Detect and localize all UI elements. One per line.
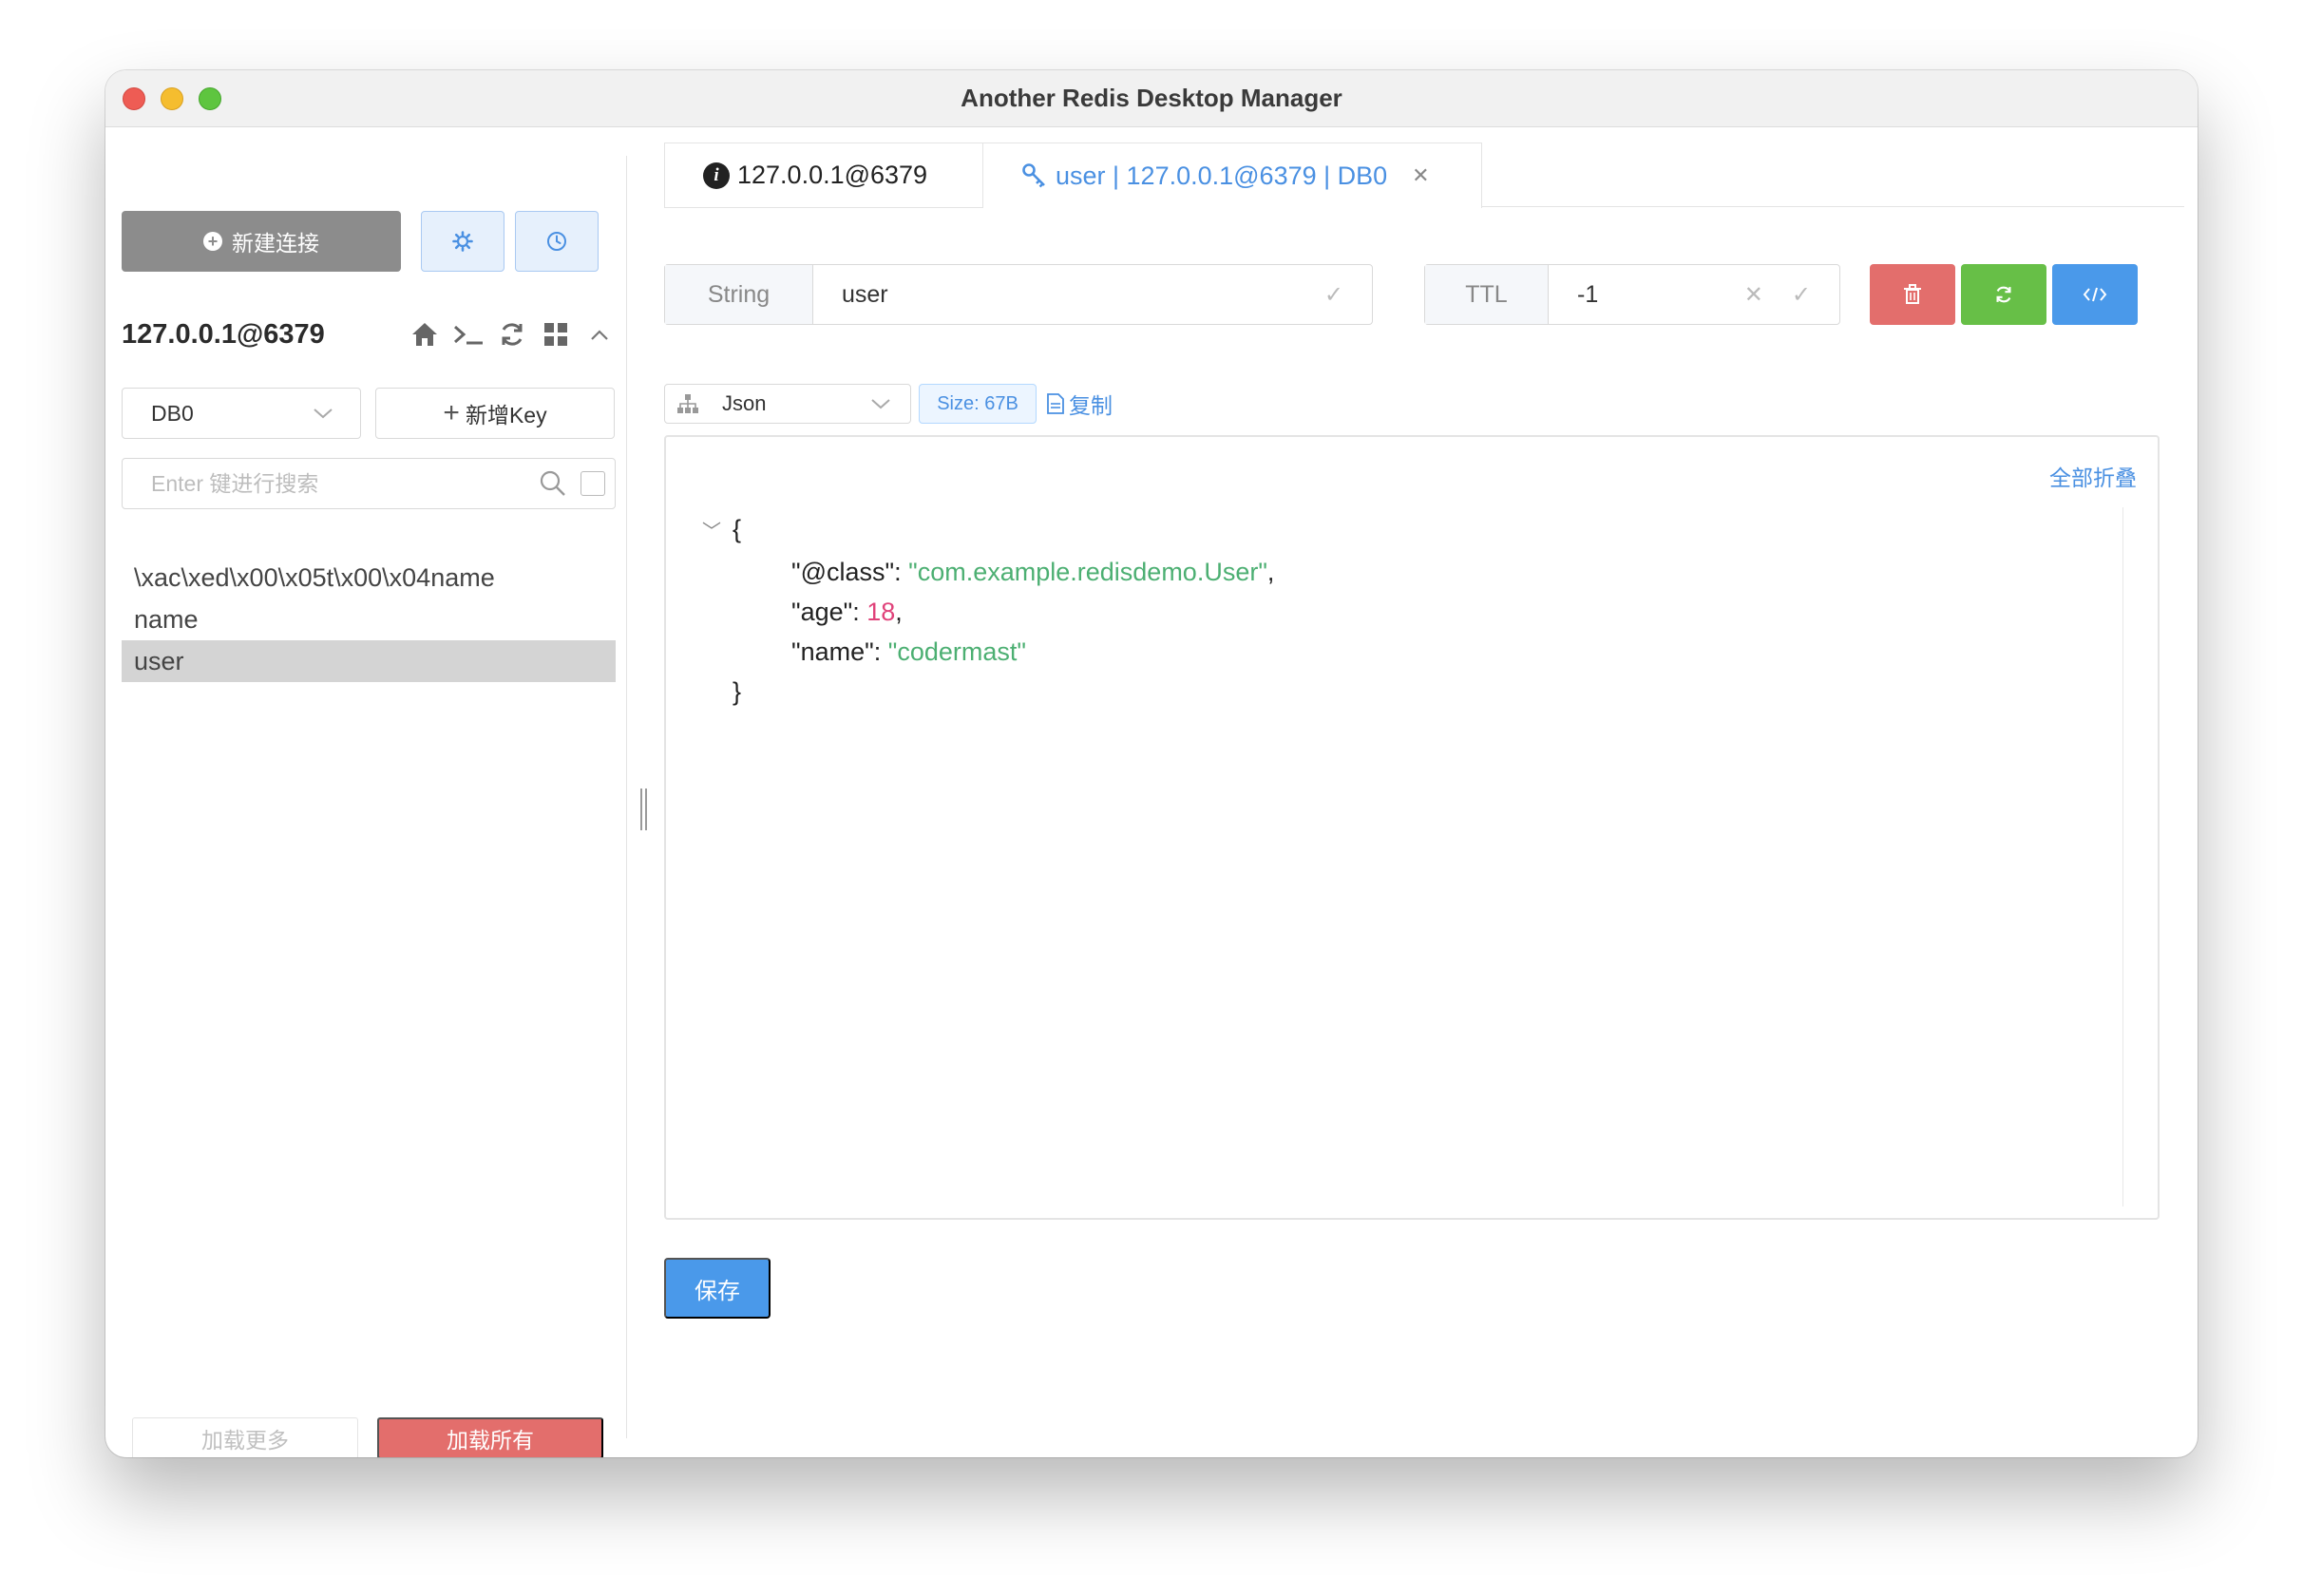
document-icon: [1047, 393, 1064, 414]
json-entry: "@class": "com.example.redisdemo.User",: [791, 558, 1275, 586]
terminal-icon[interactable]: [452, 318, 485, 351]
history-button[interactable]: [515, 211, 599, 272]
json-key: "@class": [791, 558, 895, 586]
json-key: "name": [791, 637, 874, 666]
sidebar-divider: [626, 156, 627, 1438]
json-entry: "age": 18,: [791, 598, 903, 626]
code-icon: [2083, 287, 2107, 302]
info-icon: i: [703, 162, 730, 189]
json-entry: "name": "codermast": [791, 637, 1026, 666]
chevron-up-icon[interactable]: [583, 318, 616, 351]
refresh-icon: [1996, 286, 2011, 303]
dump-command-button[interactable]: [2052, 264, 2138, 325]
minimize-window-button[interactable]: [161, 87, 183, 110]
search-icon[interactable]: [539, 469, 567, 498]
plus-circle-icon: +: [203, 232, 222, 251]
key-type-label: String: [665, 265, 813, 324]
json-number-value: 18: [866, 598, 896, 626]
ttl-value: -1: [1577, 280, 1599, 308]
list-item[interactable]: \xac\xed\x00\x05t\x00\x04name: [122, 557, 616, 598]
key-list: \xac\xed\x00\x05t\x00\x04name name user: [122, 557, 616, 682]
copy-button[interactable]: 复制: [1046, 384, 1113, 424]
close-icon[interactable]: ✕: [1412, 163, 1429, 188]
home-icon[interactable]: [409, 318, 441, 351]
save-button[interactable]: 保存: [664, 1258, 771, 1319]
json-comma: ,: [1266, 558, 1275, 586]
window-title: Another Redis Desktop Manager: [961, 84, 1342, 112]
new-connection-label: 新建连接: [232, 231, 319, 256]
plus-icon: +: [443, 397, 460, 428]
refresh-icon[interactable]: [496, 318, 528, 351]
search-input[interactable]: [151, 470, 539, 497]
ttl-label: TTL: [1425, 265, 1549, 324]
clear-icon[interactable]: ✕: [1744, 281, 1763, 309]
exact-match-checkbox[interactable]: [581, 471, 605, 496]
key-icon: [1022, 163, 1045, 188]
close-window-button[interactable]: [123, 87, 145, 110]
scrollbar[interactable]: [2122, 507, 2123, 1206]
json-key: "age": [791, 598, 853, 626]
tab-label: user | 127.0.0.1@6379 | DB0: [1056, 161, 1388, 190]
json-comma: ,: [895, 598, 903, 626]
chevron-down-icon[interactable]: ﹀: [702, 512, 733, 552]
key-name-input[interactable]: user ✓: [813, 265, 1372, 324]
sidebar: + 新建连接 127.0.0.1@6379 DB0 + 新增Key Enter …: [105, 127, 626, 1457]
new-connection-button[interactable]: + 新建连接: [122, 211, 401, 272]
view-format-value: Json: [722, 391, 767, 415]
gear-icon: [452, 231, 473, 252]
search-box: [122, 458, 616, 509]
connection-header: 127.0.0.1@6379: [122, 314, 616, 355]
view-format-select[interactable]: Json: [664, 384, 911, 424]
add-key-label: 新增Key: [465, 403, 547, 428]
ttl-field: TTL -1 ✕ ✓: [1424, 264, 1840, 325]
load-more-button[interactable]: 加载更多: [132, 1417, 358, 1457]
load-all-button[interactable]: 加载所有: [377, 1417, 603, 1457]
db-select[interactable]: DB0: [122, 388, 361, 439]
tab-connection-info[interactable]: i 127.0.0.1@6379: [664, 142, 983, 208]
sitemap-icon: [677, 394, 698, 413]
copy-label: 复制: [1069, 393, 1113, 418]
resize-handle[interactable]: [640, 788, 650, 830]
title-bar: Another Redis Desktop Manager: [105, 70, 2198, 127]
trash-icon: [1904, 284, 1921, 304]
clock-icon: [547, 232, 566, 251]
check-icon[interactable]: ✓: [1324, 281, 1343, 309]
chevron-down-icon: [314, 408, 333, 419]
json-string-value: "codermast": [887, 637, 1026, 666]
refresh-key-button[interactable]: [1961, 264, 2046, 325]
json-editor[interactable]: 全部折叠 ﹀{ "@class": "com.example.redisdemo…: [664, 435, 2160, 1220]
check-icon[interactable]: ✓: [1792, 281, 1811, 309]
json-string-value: "com.example.redisdemo.User": [908, 558, 1267, 586]
key-name-field: String user ✓: [664, 264, 1373, 325]
ttl-input[interactable]: -1 ✕ ✓: [1549, 265, 1839, 324]
window-controls: [123, 87, 221, 110]
add-key-button[interactable]: + 新增Key: [375, 388, 615, 439]
settings-button[interactable]: [421, 211, 504, 272]
chevron-down-icon: [871, 399, 890, 409]
key-name-value: user: [842, 280, 888, 308]
list-item-selected[interactable]: user: [122, 640, 616, 682]
connection-name: 127.0.0.1@6379: [122, 318, 325, 350]
json-open-brace: {: [733, 515, 742, 543]
tab-bar: i 127.0.0.1@6379 user | 127.0.0.1@6379 |…: [664, 142, 2184, 208]
json-viewer: ﹀{ "@class": "com.example.redisdemo.User…: [702, 509, 1274, 712]
collapse-all-button[interactable]: 全部折叠: [2049, 460, 2137, 492]
db-select-value: DB0: [151, 400, 194, 426]
connection-toolbar: [409, 318, 616, 351]
tab-label: 127.0.0.1@6379: [737, 161, 928, 189]
grid-icon[interactable]: [540, 318, 572, 351]
maximize-window-button[interactable]: [199, 87, 221, 110]
list-item[interactable]: name: [122, 598, 616, 640]
delete-key-button[interactable]: [1870, 264, 1955, 325]
app-window: Another Redis Desktop Manager + 新建连接 127…: [105, 70, 2198, 1457]
size-badge: Size: 67B: [919, 384, 1037, 424]
json-close-brace: }: [733, 677, 742, 706]
tab-key-detail[interactable]: user | 127.0.0.1@6379 | DB0 ✕: [982, 142, 1482, 208]
